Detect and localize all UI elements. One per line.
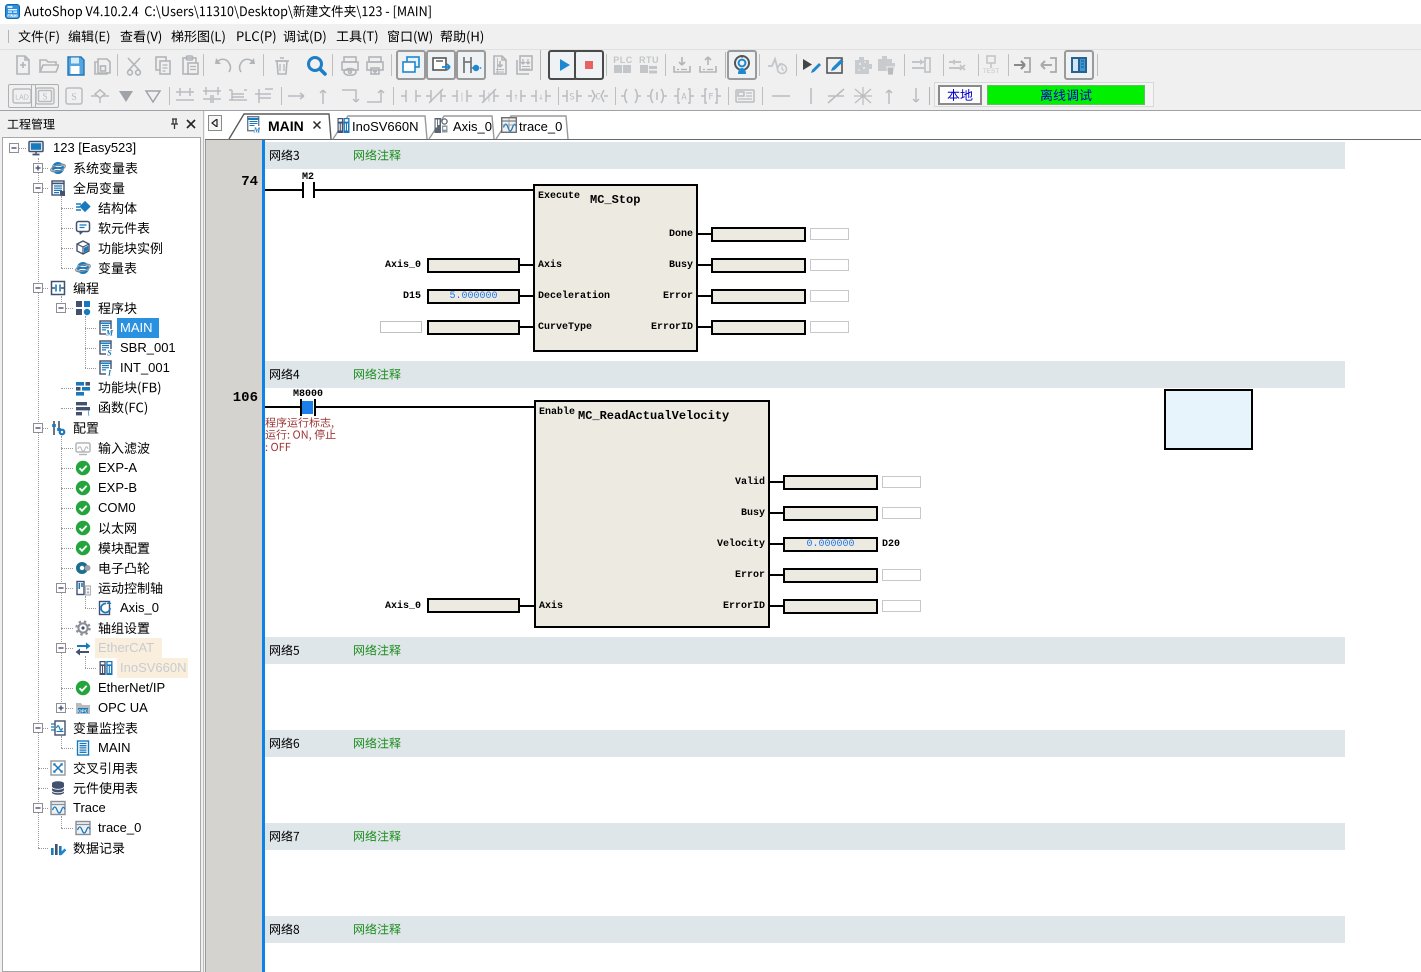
svg-text:M: M: [253, 126, 260, 134]
svg-text:M: M: [105, 329, 114, 337]
svg-text:(): (): [87, 410, 92, 417]
svg-text:S: S: [107, 349, 112, 357]
svg-text:OPC: OPC: [78, 708, 89, 713]
